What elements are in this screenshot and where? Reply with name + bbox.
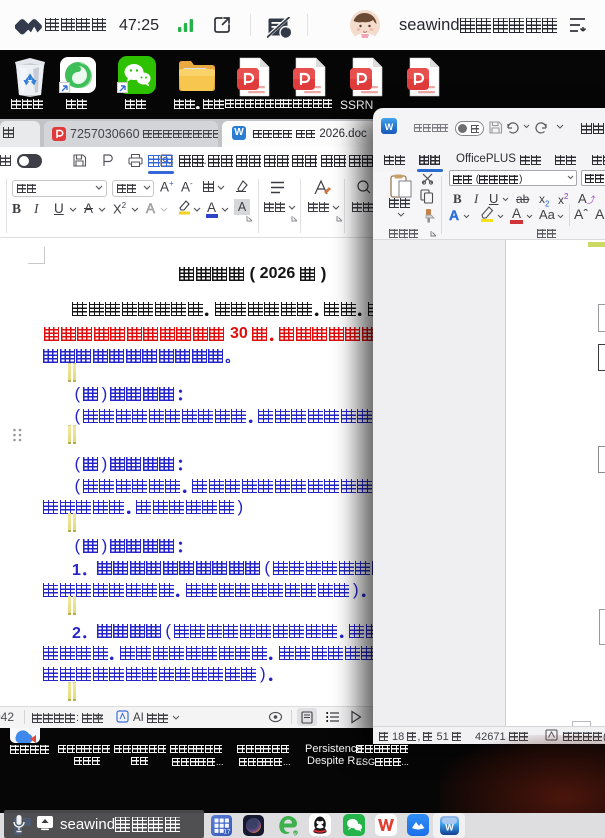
svg-text:60: 60 bbox=[293, 831, 298, 836]
svg-text:W: W bbox=[385, 122, 394, 132]
svg-text:17: 17 bbox=[224, 830, 231, 836]
svg-text:W: W bbox=[445, 823, 454, 833]
